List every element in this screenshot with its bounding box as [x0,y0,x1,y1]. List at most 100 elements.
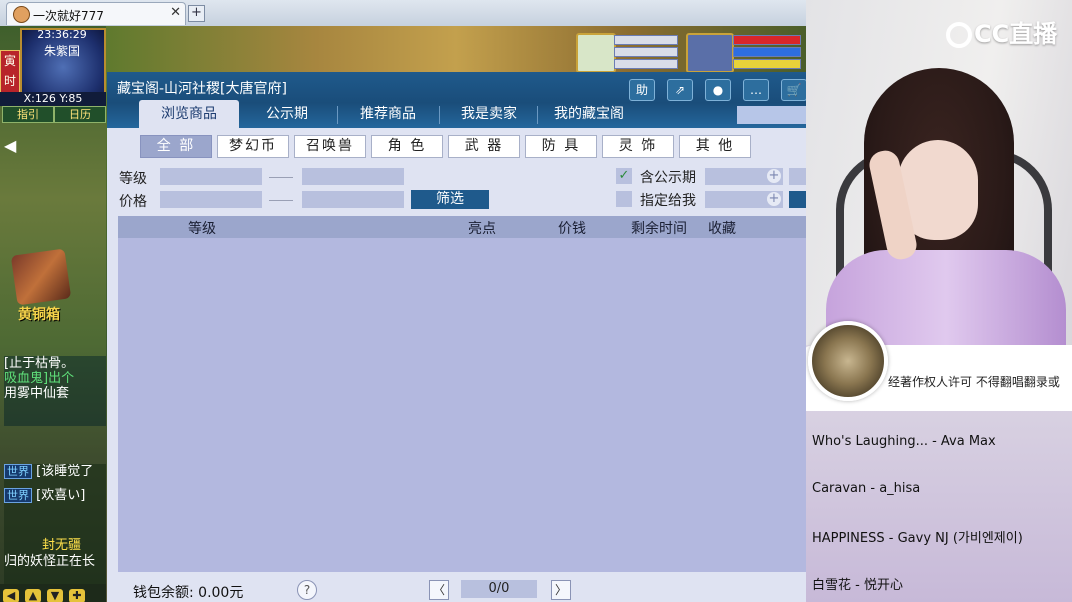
arrow-down-icon[interactable]: ▼ [47,589,63,602]
chat-text: [欢喜い] [36,488,86,503]
time-badge: 寅时 [0,50,20,94]
dialog-title: 藏宝阁-山河社稷[大唐官府] [117,81,287,97]
chat-line: [止于枯骨。 [4,356,75,371]
record-icon[interactable]: ● [705,79,731,101]
avatar-favicon-icon [13,6,30,23]
song-item: Who's Laughing... - Ava Max [812,434,996,449]
chat-line: 世界 [该睡觉了 [4,464,106,480]
pet-exp-bar [614,59,678,69]
wallet-balance: 钱包余额: 0.00元 [133,585,244,601]
search-input[interactable] [737,106,806,124]
tab-title: 一次就好777 [33,9,104,23]
arrow-up-icon[interactable]: ▲ [25,589,41,602]
browser-tab-bar: 一次就好777 ✕ + [0,0,806,27]
world-channel-tag[interactable]: 世界 [4,488,32,503]
anger-bar [733,59,801,69]
category-currency[interactable]: 梦幻币 [217,135,289,158]
category-all[interactable]: 全 部 [140,135,212,158]
music-card: 经著作权人许可 不得翻唱翻录或 [806,321,1072,411]
arrow-left-icon[interactable]: ◀ [4,136,16,155]
chat-bubble-icon[interactable]: … [743,79,769,101]
column-favorite[interactable]: 收藏 [708,218,736,238]
song-item: HAPPINESS - Gavy NJ (가비엔제이) [812,531,1023,546]
level-min-input[interactable] [160,168,262,185]
tab-public-period[interactable]: 公示期 [239,100,335,128]
cc-live-logo: CC直播 [946,14,1057,49]
new-tab-button[interactable]: + [188,5,205,22]
chat-line: 用雾中仙套 [4,386,70,401]
tab-browse[interactable]: 浏览商品 [139,100,239,128]
dialog-footer: 钱包余额: 0.00元 ? 〈 0/0 〉 [107,572,806,602]
plus-icon[interactable]: + [767,192,781,206]
category-summon[interactable]: 召唤兽 [294,135,366,158]
guide-button[interactable]: 指引 [2,106,54,123]
help-assist-button[interactable]: 助 [629,79,655,101]
tab-my-pavilion[interactable]: 我的藏宝阁 [539,100,639,128]
column-price[interactable]: 价钱 [558,218,586,238]
assigned-filter-select[interactable]: + [705,191,783,208]
public-filter-select[interactable]: + [705,168,783,185]
browser-tab[interactable]: 一次就好777 ✕ [6,2,186,25]
close-icon[interactable]: ✕ [170,5,181,20]
category-character[interactable]: 角 色 [371,135,443,158]
chat-panel-world: 世界 [该睡觉了 世界 [欢喜い] 封无疆 归的妖怪正在长 [4,464,106,584]
results-table-header: 等级 亮点 价钱 剩余时间 收藏 [118,216,806,238]
prev-page-button[interactable]: 〈 [429,580,449,600]
column-remaining-time[interactable]: 剩余时间 [631,218,687,238]
song-item: 白雪花 - 悦开心 [812,578,903,593]
assigned-to-me-checkbox[interactable] [616,191,632,207]
column-highlight[interactable]: 亮点 [468,218,496,238]
price-min-input[interactable] [160,191,262,208]
chat-line: 归的妖怪正在长 [4,554,96,569]
tab-seller[interactable]: 我是卖家 [441,100,537,128]
column-level[interactable]: 等级 [188,218,216,238]
category-armor[interactable]: 防 具 [525,135,597,158]
level-label: 等级 [119,171,147,187]
cc-logo-icon [946,22,972,48]
filter-button[interactable]: 筛选 [411,190,489,209]
price-label: 价格 [119,194,147,210]
brass-box-icon[interactable] [10,248,72,306]
hp-bar [733,35,801,45]
chat-text: [该睡觉了 [36,464,94,479]
character-status-bars [733,33,801,69]
page-indicator: 0/0 [461,580,537,598]
copyright-notice: 经著作权人许可 不得翻唱翻录或 [888,375,1060,389]
cart-icon[interactable]: 🛒 [781,79,806,101]
assigned-to-me-label: 指定给我 [640,193,696,209]
game-clock: 23:36:29 [37,28,87,41]
include-public-checkbox[interactable]: ✓ [616,168,632,184]
pet-status-bars [614,33,678,69]
range-dash [269,200,293,201]
chat-line: 世界 [欢喜い] [4,488,106,504]
share-icon[interactable]: ⇗ [667,79,693,101]
world-channel-tag[interactable]: 世界 [4,464,32,479]
level-max-input[interactable] [302,168,404,185]
arrow-left-icon[interactable]: ◀ [3,589,19,602]
tab-divider [537,106,538,124]
hud-bottom-icons: ◀ ▲ ▼ ✚ [0,584,106,602]
pet-avatar[interactable] [576,33,616,73]
next-page-button[interactable]: 〉 [551,580,571,600]
range-dash [269,177,293,178]
help-icon[interactable]: ? [297,580,317,600]
map-name: 朱紫国 [43,44,80,58]
category-weapon[interactable]: 武 器 [448,135,520,158]
album-disc-icon [808,321,888,401]
tab-divider [337,106,338,124]
tab-recommended[interactable]: 推荐商品 [339,100,437,128]
character-avatar[interactable] [686,33,734,73]
box-label: 黄铜箱 [18,307,60,323]
assigned-filter-extra[interactable] [789,191,806,208]
category-other[interactable]: 其 他 [679,135,751,158]
treasure-pavilion-dialog: 藏宝阁-山河社稷[大唐官府] 助 ⇗ ● … 🛒 浏览商品 公示期 推荐商品 我… [107,72,806,602]
chat-line: 封无疆 [42,538,82,553]
public-filter-extra[interactable] [789,168,806,185]
move-icon[interactable]: ✚ [69,589,85,602]
price-max-input[interactable] [302,191,404,208]
plus-icon[interactable]: + [767,169,781,183]
include-public-label: 含公示期 [640,170,696,186]
logo-text: CC直播 [974,20,1058,48]
calendar-button[interactable]: 日历 [54,106,106,123]
category-accessory[interactable]: 灵 饰 [602,135,674,158]
